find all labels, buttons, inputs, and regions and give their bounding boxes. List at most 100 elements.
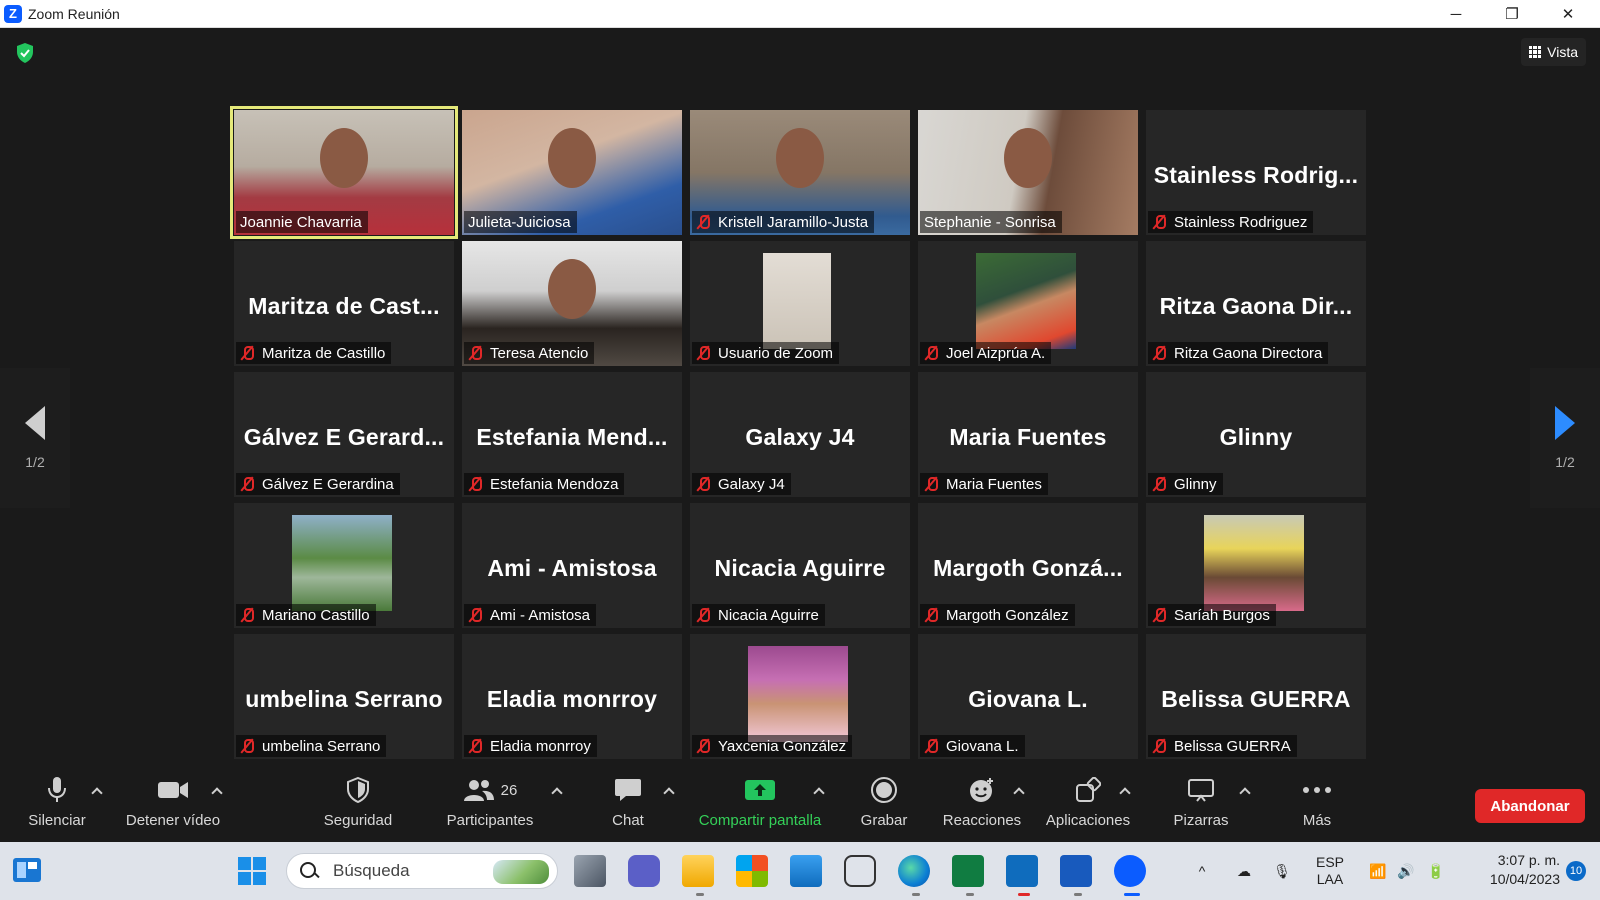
participant-tile[interactable]: Ritza Gaona Dir... Ritza Gaona Directora: [1146, 241, 1366, 366]
leave-meeting-button[interactable]: Abandonar: [1475, 789, 1585, 823]
apps-options-chevron-icon[interactable]: [1120, 786, 1130, 796]
participant-tile[interactable]: Stainless Rodrig... Stainless Rodriguez: [1146, 110, 1366, 235]
meeting-toolbar: Silenciar Detener vídeo Seguridad 26 Par…: [0, 772, 1600, 842]
participant-tile[interactable]: Stephanie - Sonrisa: [918, 110, 1138, 235]
wifi-icon[interactable]: 📶: [1366, 842, 1390, 900]
app-cube-icon[interactable]: [844, 855, 876, 887]
word-icon[interactable]: [1060, 855, 1092, 887]
participant-tile[interactable]: Ami - Amistosa Ami - Amistosa: [462, 503, 682, 628]
whiteboards-options-chevron-icon[interactable]: [1240, 786, 1250, 796]
taskbar-search[interactable]: Búsqueda: [286, 853, 558, 889]
grid-view-icon: [1529, 46, 1542, 58]
excel-icon[interactable]: [952, 855, 984, 887]
participants-options-chevron-icon[interactable]: [552, 786, 562, 796]
tray-overflow-chevron-icon[interactable]: ^: [1192, 842, 1212, 900]
mute-button[interactable]: Silenciar: [22, 772, 92, 842]
stop-video-button[interactable]: Detener vídeo: [118, 772, 228, 842]
participant-tile[interactable]: Giovana L. Giovana L.: [918, 634, 1138, 759]
participant-tile[interactable]: Saríah Burgos: [1146, 503, 1366, 628]
input-language-indicator[interactable]: ESP LAA: [1310, 842, 1350, 900]
more-button[interactable]: Más: [1292, 772, 1342, 842]
teams-chat-icon[interactable]: [628, 855, 660, 887]
participant-face: [320, 128, 368, 188]
muted-microphone-icon: [696, 214, 710, 230]
participant-tile[interactable]: Joel Aizprúa A.: [918, 241, 1138, 366]
outlook-icon[interactable]: [1006, 855, 1038, 887]
video-options-chevron-icon[interactable]: [212, 786, 222, 796]
tray-microphone-icon[interactable]: 🎙: [1270, 842, 1294, 900]
participant-avatar: [763, 253, 831, 349]
participant-display-name: Nicacia Aguirre: [714, 555, 886, 581]
participant-name: Joel Aizprúa A.: [946, 344, 1046, 362]
chat-label: Chat: [612, 812, 644, 829]
file-explorer-icon[interactable]: [682, 855, 714, 887]
participant-tile[interactable]: Eladia monrroy Eladia monrroy: [462, 634, 682, 759]
share-screen-button[interactable]: Compartir pantalla: [690, 772, 830, 842]
participant-tile[interactable]: Galaxy J4 Galaxy J4: [690, 372, 910, 497]
participant-tile[interactable]: Margoth Gonzá... Margoth González: [918, 503, 1138, 628]
participant-tile[interactable]: Teresa Atencio: [462, 241, 682, 366]
microphone-icon: [48, 777, 66, 802]
participant-tile[interactable]: Glinny Glinny: [1146, 372, 1366, 497]
participant-tile[interactable]: Belissa GUERRA Belissa GUERRA: [1146, 634, 1366, 759]
battery-icon[interactable]: 🔋: [1424, 842, 1448, 900]
participant-display-name: Stainless Rodrig...: [1153, 162, 1359, 188]
zoom-logo-icon: Z: [4, 4, 22, 23]
participant-tile[interactable]: Usuario de Zoom: [690, 241, 910, 366]
muted-microphone-icon: [240, 607, 254, 623]
running-indicator: [696, 893, 704, 896]
participant-tile[interactable]: umbelina Serrano umbelina Serrano: [234, 634, 454, 759]
encryption-shield-icon[interactable]: [15, 42, 35, 64]
mail-icon[interactable]: [790, 855, 822, 887]
participant-display-name: Estefania Mend...: [476, 424, 668, 450]
participant-name: Ritza Gaona Directora: [1174, 344, 1323, 362]
chat-options-chevron-icon[interactable]: [664, 786, 674, 796]
security-button[interactable]: Seguridad: [318, 772, 398, 842]
apps-icon: [1076, 777, 1101, 802]
page-indicator-right: 1/2: [1555, 454, 1575, 470]
participant-tile[interactable]: Estefania Mend... Estefania Mendoza: [462, 372, 682, 497]
language-code: ESP: [1315, 854, 1344, 870]
volume-icon[interactable]: 🔊: [1394, 842, 1418, 900]
apps-button[interactable]: Aplicaciones: [1040, 772, 1136, 842]
previous-page-button[interactable]: 1/2: [0, 368, 70, 508]
meeting-stage: Vista 1/2 1/2 Joannie Chavarria Julieta-J…: [0, 28, 1600, 772]
zoom-taskbar-icon[interactable]: [1114, 855, 1146, 887]
audio-options-chevron-icon[interactable]: [92, 786, 102, 796]
participant-tile[interactable]: Maria Fuentes Maria Fuentes: [918, 372, 1138, 497]
participant-tile[interactable]: Maritza de Cast... Maritza de Castillo: [234, 241, 454, 366]
widgets-icon[interactable]: [12, 855, 42, 885]
muted-microphone-icon: [468, 738, 482, 754]
record-button[interactable]: Grabar: [854, 772, 914, 842]
task-view-icon[interactable]: [574, 855, 606, 887]
muted-microphone-icon: [924, 607, 938, 623]
next-page-button[interactable]: 1/2: [1530, 368, 1600, 508]
participant-tile[interactable]: Mariano Castillo: [234, 503, 454, 628]
minimize-button[interactable]: ─: [1428, 0, 1484, 28]
participant-name-label: Ritza Gaona Directora: [1148, 342, 1329, 364]
restore-button[interactable]: ❐: [1484, 0, 1540, 28]
participant-name: Stainless Rodriguez: [1174, 213, 1308, 231]
participant-tile[interactable]: Joannie Chavarria: [230, 106, 458, 239]
notification-badge[interactable]: 10: [1566, 861, 1586, 881]
microsoft-store-icon[interactable]: [736, 855, 768, 887]
close-button[interactable]: ✕: [1540, 0, 1596, 28]
whiteboards-button[interactable]: Pizarras: [1165, 772, 1237, 842]
participant-tile[interactable]: Kristell Jaramillo-Justa: [690, 110, 910, 235]
share-options-chevron-icon[interactable]: [814, 786, 824, 796]
record-icon: [871, 777, 897, 803]
participant-tile[interactable]: Julieta-Juiciosa: [462, 110, 682, 235]
windows-start-icon[interactable]: [237, 856, 267, 886]
chat-button[interactable]: Chat: [598, 772, 658, 842]
view-button[interactable]: Vista: [1521, 38, 1586, 66]
edge-browser-icon[interactable]: [898, 855, 930, 887]
participants-button[interactable]: 26 Participantes: [440, 772, 540, 842]
reactions-button[interactable]: Reacciones: [942, 772, 1022, 842]
participant-tile[interactable]: Gálvez E Gerard... Gálvez E Gerardina: [234, 372, 454, 497]
reactions-options-chevron-icon[interactable]: [1014, 786, 1024, 796]
clock-date: 10/04/2023: [1489, 871, 1560, 887]
taskbar-clock[interactable]: 3:07 p. m. 10/04/2023: [1490, 851, 1560, 889]
participant-tile[interactable]: Nicacia Aguirre Nicacia Aguirre: [690, 503, 910, 628]
participant-tile[interactable]: Yaxcenia González: [690, 634, 910, 759]
onedrive-cloud-icon[interactable]: ☁: [1232, 842, 1256, 900]
